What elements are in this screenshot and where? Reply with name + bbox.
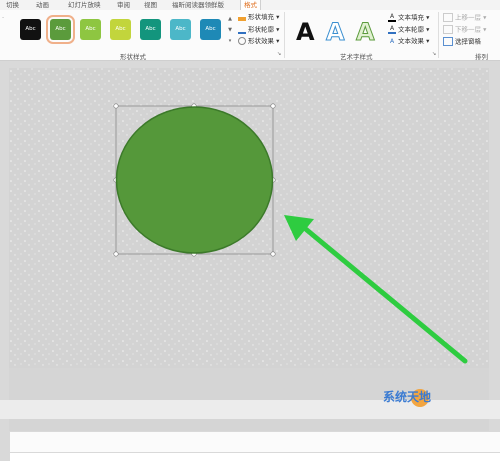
slide-canvas[interactable]: [9, 68, 489, 431]
wordart-styles-group-label: 艺术字样式: [340, 53, 373, 61]
wordart-launcher-icon[interactable]: ↘: [432, 51, 436, 57]
group-divider: [284, 12, 285, 58]
tab-slideshow[interactable]: 幻灯片放映: [68, 0, 101, 10]
ribbon-left-stub: ·: [2, 14, 5, 22]
send-backward-button[interactable]: 下移一层 ▾: [443, 25, 486, 34]
slide-drawing: [9, 68, 489, 368]
text-outline-icon: A: [388, 25, 396, 34]
bring-forward-label: 上移一层: [455, 13, 481, 22]
green-circle-shape[interactable]: [115, 106, 274, 254]
text-effects-icon: A: [389, 37, 395, 45]
tab-view[interactable]: 视图: [144, 0, 157, 10]
send-backward-icon: [443, 25, 453, 34]
shape-fill-label: 形状填充: [248, 13, 274, 21]
arrange-group-label: 排列: [475, 53, 488, 61]
tab-review[interactable]: 审阅: [117, 0, 130, 10]
pencil-icon: [238, 25, 246, 34]
wordart-sample-blue-outline[interactable]: A: [326, 18, 346, 47]
paint-bucket-icon: [238, 13, 246, 21]
tab-format[interactable]: 格式: [240, 0, 261, 10]
style-preset-label: Abc: [55, 26, 66, 32]
text-fill-icon: A: [388, 13, 396, 22]
bring-forward-icon: [443, 13, 453, 22]
shape-style-preset-5[interactable]: Abc: [140, 19, 161, 40]
watermark-text: 系统天地: [383, 390, 432, 404]
style-gallery-scroller: ▲ ▼ ▾: [227, 14, 233, 50]
tab-foxit-reader[interactable]: 福昕阅读器领鲜版: [172, 0, 224, 10]
wordart-sample-green-outline[interactable]: A: [356, 18, 376, 47]
text-outline-button[interactable]: A 文本轮廓 ▾: [388, 25, 429, 34]
shape-effects-label: 形状效果: [248, 37, 274, 45]
shape-effects-icon: [238, 37, 246, 45]
ribbon-tab-bar: 切换 动画 幻灯片放映 审阅 视图 福昕阅读器领鲜版 格式: [0, 0, 500, 10]
gallery-more-icon[interactable]: ▾: [227, 36, 233, 47]
selection-pane-icon: [443, 37, 453, 46]
style-preset-label: Abc: [205, 26, 216, 32]
style-preset-label: Abc: [145, 26, 156, 32]
shape-style-preset-7[interactable]: Abc: [200, 19, 221, 40]
style-preset-label: Abc: [115, 26, 126, 32]
text-effects-label: 文本效果: [398, 37, 424, 45]
shape-style-preset-1[interactable]: Abc: [20, 19, 41, 40]
text-fill-button[interactable]: A 文本填充 ▾: [388, 13, 429, 22]
selection-pane-button[interactable]: 选择窗格: [443, 37, 481, 46]
notes-pane[interactable]: [10, 453, 500, 461]
text-fill-label: 文本填充: [398, 13, 424, 22]
tab-animations[interactable]: 动画: [36, 0, 49, 10]
notes-pane-edge: [10, 432, 500, 452]
group-divider: [438, 12, 439, 58]
shape-outline-label: 形状轮廓: [248, 25, 274, 34]
send-backward-label: 下移一层: [455, 25, 481, 34]
text-outline-label: 文本轮廓: [398, 25, 424, 34]
style-preset-label: Abc: [175, 26, 186, 32]
shape-style-preset-2[interactable]: Abc: [46, 15, 75, 44]
style-preset-label: Abc: [25, 26, 36, 32]
selection-pane-label: 选择窗格: [455, 37, 481, 46]
shape-styles-group-label: 形状样式: [120, 53, 146, 61]
gallery-down-arrow-icon[interactable]: ▼: [227, 25, 233, 36]
shape-style-preset-4[interactable]: Abc: [110, 19, 131, 40]
bring-forward-button[interactable]: 上移一层 ▾: [443, 13, 486, 22]
style-preset-label: Abc: [85, 26, 96, 32]
shape-style-preset-6[interactable]: Abc: [170, 19, 191, 40]
gallery-up-arrow-icon[interactable]: ▲: [227, 14, 233, 25]
ribbon-panel: · Abc Abc Abc Abc Abc Abc Abc ▲ ▼ ▾ 形状填充…: [0, 10, 500, 61]
shape-styles-launcher-icon[interactable]: ↘: [277, 51, 281, 57]
shape-style-preset-3[interactable]: Abc: [80, 19, 101, 40]
tab-transitions[interactable]: 切换: [6, 0, 19, 10]
slide-editor-area: [0, 61, 500, 461]
shape-effects-button[interactable]: 形状效果 ▾: [238, 37, 279, 46]
wordart-sample-black[interactable]: A: [296, 18, 315, 46]
shape-fill-button[interactable]: 形状填充 ▾: [238, 13, 279, 22]
text-effects-button[interactable]: A 文本效果 ▾: [388, 37, 429, 46]
shape-outline-button[interactable]: 形状轮廓 ▾: [238, 25, 279, 34]
